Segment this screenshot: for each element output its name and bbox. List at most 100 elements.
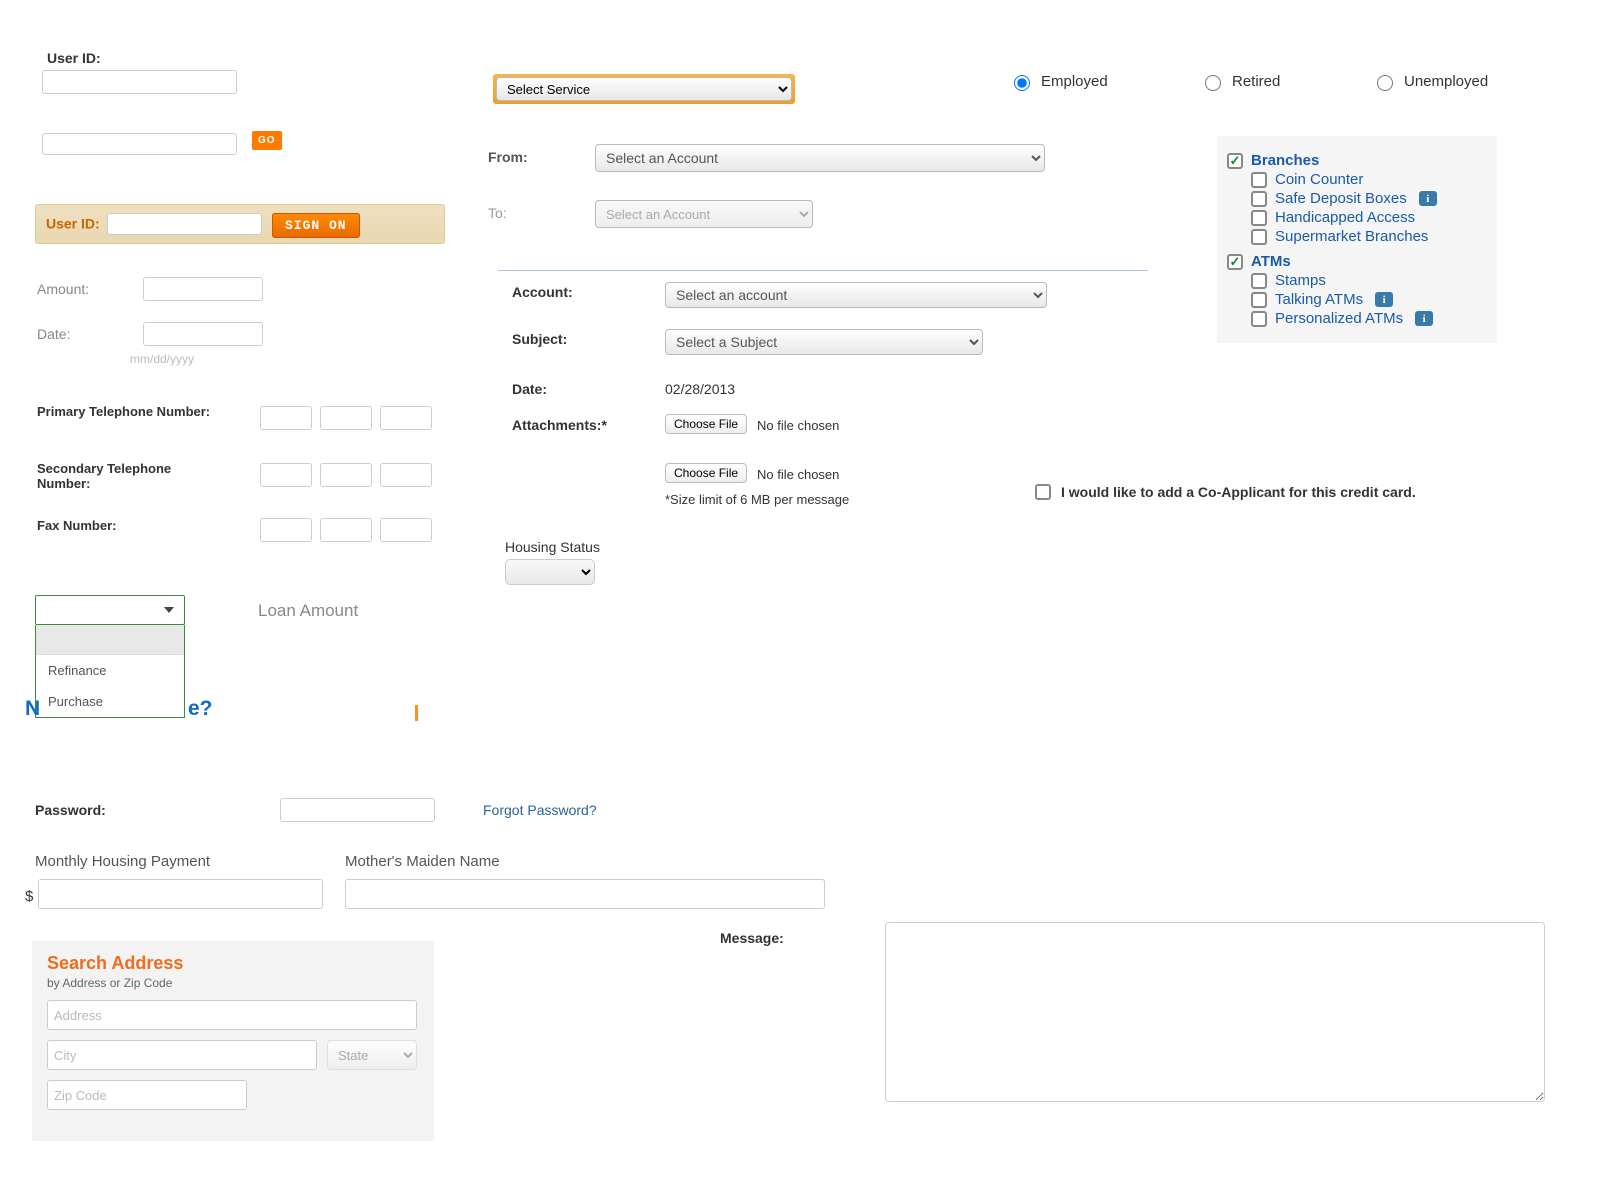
filter-atms[interactable]: ATMs xyxy=(1227,253,1483,270)
state-select[interactable]: State xyxy=(327,1040,417,1070)
checkbox-icon[interactable] xyxy=(1251,210,1267,226)
search-input[interactable] xyxy=(42,133,237,155)
maiden-name-input[interactable] xyxy=(345,879,825,909)
search-address-panel: Search Address by Address or Zip Code St… xyxy=(32,941,434,1141)
employed-radio[interactable] xyxy=(1014,75,1030,91)
retired-radio[interactable] xyxy=(1205,75,1221,91)
message-date-label: Date: xyxy=(512,381,547,397)
unemployed-label: Unemployed xyxy=(1404,73,1488,90)
chevron-down-icon xyxy=(164,607,174,613)
primary-telephone-label: Primary Telephone Number: xyxy=(37,404,217,419)
user-id-label: User ID: xyxy=(47,50,101,66)
checkbox-icon[interactable] xyxy=(1251,191,1267,207)
filter-talking-atms[interactable]: Talking ATMs xyxy=(1227,291,1483,308)
employment-unemployed[interactable]: Unemployed xyxy=(1372,72,1488,91)
primary-telephone-3[interactable] xyxy=(380,406,432,430)
background-text-fragment: e? xyxy=(188,697,213,721)
select-service-wrap: Select Service xyxy=(493,74,795,104)
message-date-value: 02/28/2013 xyxy=(665,381,735,397)
address-input[interactable] xyxy=(47,1000,417,1030)
primary-telephone-group xyxy=(260,406,432,430)
loan-option-purchase[interactable]: Purchase xyxy=(36,686,184,717)
select-service[interactable]: Select Service xyxy=(496,77,792,101)
secondary-telephone-3[interactable] xyxy=(380,463,432,487)
atms-label: ATMs xyxy=(1251,253,1291,270)
co-applicant-label: I would like to add a Co-Applicant for t… xyxy=(1061,484,1416,500)
loan-option-refinance[interactable]: Refinance xyxy=(36,655,184,686)
file-1-status: No file chosen xyxy=(757,418,839,433)
filter-coin-counter[interactable]: Coin Counter xyxy=(1227,171,1483,188)
fax-3[interactable] xyxy=(380,518,432,542)
currency-symbol: $ xyxy=(25,888,33,905)
message-label: Message: xyxy=(720,930,784,946)
login-user-id-input[interactable] xyxy=(107,213,262,235)
sign-on-button[interactable]: SIGN ON xyxy=(272,213,360,238)
go-button[interactable]: GO xyxy=(252,131,282,150)
filter-stamps[interactable]: Stamps xyxy=(1227,272,1483,289)
checkbox-icon[interactable] xyxy=(1251,311,1267,327)
fax-label: Fax Number: xyxy=(37,518,116,533)
checkbox-icon[interactable] xyxy=(1251,273,1267,289)
monthly-housing-input[interactable] xyxy=(38,879,323,909)
to-account-select[interactable]: Select an Account xyxy=(595,200,813,228)
user-id-input[interactable] xyxy=(42,70,237,94)
secondary-telephone-1[interactable] xyxy=(260,463,312,487)
secondary-telephone-group xyxy=(260,463,432,487)
secondary-telephone-label: Secondary Telephone Number: xyxy=(37,461,227,491)
attachments-label: Attachments:* xyxy=(512,417,607,433)
filter-personalized-atms[interactable]: Personalized ATMs xyxy=(1227,310,1483,327)
subject-label: Subject: xyxy=(512,331,567,347)
retired-label: Retired xyxy=(1232,73,1280,90)
amount-input[interactable] xyxy=(143,277,263,301)
checkbox-icon[interactable] xyxy=(1227,254,1243,270)
personalized-atms-label: Personalized ATMs xyxy=(1275,310,1403,327)
account-select[interactable]: Select an account xyxy=(665,282,1047,308)
checkbox-icon[interactable] xyxy=(1227,153,1243,169)
unemployed-radio[interactable] xyxy=(1377,75,1393,91)
checkbox-icon[interactable] xyxy=(1035,484,1051,500)
filter-branches[interactable]: Branches xyxy=(1227,152,1483,169)
checkbox-icon[interactable] xyxy=(1251,172,1267,188)
subject-select[interactable]: Select a Subject xyxy=(665,329,983,355)
forgot-password-link[interactable]: Forgot Password? xyxy=(483,802,597,818)
info-icon[interactable] xyxy=(1419,191,1437,206)
password-label: Password: xyxy=(35,802,106,818)
to-label: To: xyxy=(488,205,507,221)
city-input[interactable] xyxy=(47,1040,317,1070)
fax-2[interactable] xyxy=(320,518,372,542)
coin-counter-label: Coin Counter xyxy=(1275,171,1363,188)
message-textarea[interactable] xyxy=(885,922,1545,1102)
info-icon[interactable] xyxy=(1375,292,1393,307)
background-divider xyxy=(415,705,418,721)
filter-safe-deposit[interactable]: Safe Deposit Boxes xyxy=(1227,190,1483,207)
choose-file-button-1[interactable]: Choose File xyxy=(665,414,747,434)
secondary-telephone-2[interactable] xyxy=(320,463,372,487)
background-text-fragment: N xyxy=(25,697,40,721)
employed-label: Employed xyxy=(1041,73,1108,90)
info-icon[interactable] xyxy=(1415,311,1433,326)
location-filter-panel: Branches Coin Counter Safe Deposit Boxes… xyxy=(1217,136,1497,343)
choose-file-button-2[interactable]: Choose File xyxy=(665,463,747,483)
housing-status-label: Housing Status xyxy=(505,539,600,555)
zip-input[interactable] xyxy=(47,1080,247,1110)
password-input[interactable] xyxy=(280,798,435,822)
from-account-select[interactable]: Select an Account xyxy=(595,144,1045,172)
filter-supermarket[interactable]: Supermarket Branches xyxy=(1227,228,1483,245)
monthly-housing-label: Monthly Housing Payment xyxy=(35,853,210,870)
employment-employed[interactable]: Employed xyxy=(1009,72,1108,91)
checkbox-icon[interactable] xyxy=(1251,229,1267,245)
file-2-status: No file chosen xyxy=(757,467,839,482)
account-label: Account: xyxy=(512,284,573,300)
filter-handicapped[interactable]: Handicapped Access xyxy=(1227,209,1483,226)
housing-status-select[interactable] xyxy=(505,559,595,585)
co-applicant-row[interactable]: I would like to add a Co-Applicant for t… xyxy=(1035,484,1416,500)
checkbox-icon[interactable] xyxy=(1251,292,1267,308)
primary-telephone-2[interactable] xyxy=(320,406,372,430)
employment-retired[interactable]: Retired xyxy=(1200,72,1280,91)
login-user-id-label: User ID: xyxy=(46,216,100,232)
fax-1[interactable] xyxy=(260,518,312,542)
primary-telephone-1[interactable] xyxy=(260,406,312,430)
loan-type-select[interactable] xyxy=(35,595,185,625)
date-input[interactable] xyxy=(143,322,263,346)
login-box: User ID: SIGN ON xyxy=(35,204,445,244)
